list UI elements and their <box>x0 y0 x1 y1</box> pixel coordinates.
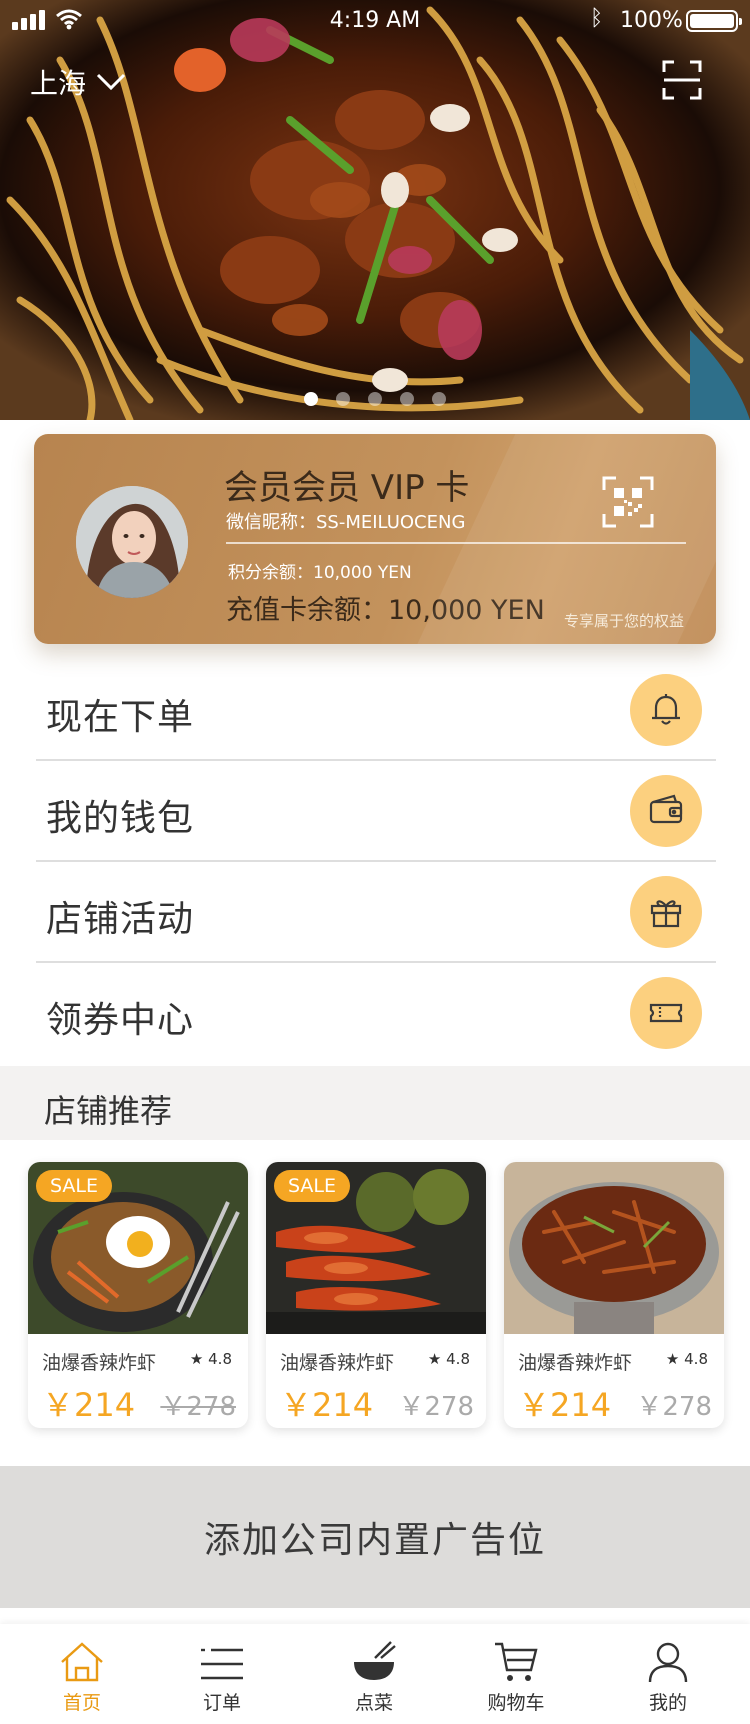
product-price: ￥214 <box>518 1386 612 1424</box>
tab-label: 点菜 <box>354 1692 393 1714</box>
pagination-dot[interactable] <box>400 392 414 406</box>
hero-banner[interactable]: 4:19 AM ᛒ 100% 上海 <box>0 0 750 420</box>
gift-icon[interactable] <box>630 876 702 948</box>
status-bar: 4:19 AM ᛒ 100% <box>0 0 750 42</box>
sale-badge: SALE <box>274 1170 351 1202</box>
product-old-price: ￥278 <box>160 1392 236 1422</box>
product-price: ￥214 <box>280 1386 374 1424</box>
battery-icon <box>686 10 742 32</box>
sale-badge: SALE <box>36 1170 113 1202</box>
product-card[interactable]: 油爆香辣炸虾 ★ 4.8 ￥214 ￥278 <box>504 1162 724 1428</box>
city-label: 上海 <box>30 67 87 100</box>
product-card[interactable]: SALE 油爆香辣炸虾 ★ 4.8 ￥214 ￥278 <box>28 1162 248 1428</box>
menu-list: 现在下单 我的钱包 店铺活动 领券中心 <box>36 660 716 1064</box>
tab-label: 订单 <box>202 1692 241 1714</box>
product-rating: ★ 4.8 <box>190 1350 232 1368</box>
banner-pagination <box>0 392 750 406</box>
star-icon: ★ <box>665 1350 680 1368</box>
product-old-price: ￥278 <box>398 1392 474 1422</box>
rating-value: 4.8 <box>208 1350 232 1368</box>
menu-item-coupon[interactable]: 领券中心 <box>36 963 716 1064</box>
bowl-icon <box>354 1641 396 1680</box>
menu-item-wallet[interactable]: 我的钱包 <box>36 761 716 862</box>
bell-icon[interactable] <box>630 674 702 746</box>
product-image <box>504 1162 724 1334</box>
product-price: ￥214 <box>42 1386 136 1424</box>
rating-value: 4.8 <box>446 1350 470 1368</box>
ad-banner[interactable]: 添加公司内置广告位 <box>0 1466 750 1608</box>
tab-label: 首页 <box>62 1692 101 1714</box>
tab-home[interactable]: 首页 <box>32 1636 132 1715</box>
tab-orders[interactable]: 订单 <box>172 1636 272 1715</box>
star-icon: ★ <box>189 1350 204 1368</box>
product-rating: ★ 4.8 <box>428 1350 470 1368</box>
product-card[interactable]: SALE 油爆香辣炸虾 ★ 4.8 ￥214 ￥278 <box>266 1162 486 1428</box>
wallet-icon[interactable] <box>630 775 702 847</box>
menu-item-label: 领券中心 <box>46 1000 195 1041</box>
tab-dishes[interactable]: 点菜 <box>324 1636 424 1715</box>
pagination-dot[interactable] <box>432 392 446 406</box>
qr-code-icon[interactable] <box>602 476 654 528</box>
city-selector[interactable]: 上海 <box>30 62 126 102</box>
menu-item-label: 我的钱包 <box>46 798 195 839</box>
vip-nickname: 微信昵称：SS-MEILUOCENG <box>226 512 466 533</box>
ad-text: 添加公司内置广告位 <box>203 1520 546 1561</box>
home-icon <box>61 1642 103 1682</box>
section-title: 店铺推荐 <box>44 1092 173 1130</box>
product-name: 油爆香辣炸虾 <box>518 1352 633 1374</box>
product-name: 油爆香辣炸虾 <box>42 1352 157 1374</box>
menu-item-label: 店铺活动 <box>46 899 195 940</box>
divider <box>226 542 686 544</box>
menu-item-activity[interactable]: 店铺活动 <box>36 862 716 963</box>
product-rating: ★ 4.8 <box>666 1350 708 1368</box>
vip-rights-link[interactable]: 专享属于您的权益 <box>564 610 684 631</box>
chevron-down-icon <box>96 73 126 91</box>
bottom-tab-bar: 首页 订单 点菜 购物车 我的 <box>0 1624 750 1724</box>
battery-percent: 100% <box>620 8 683 33</box>
user-icon <box>648 1642 688 1683</box>
tab-label: 我的 <box>648 1692 687 1714</box>
list-icon <box>201 1648 243 1680</box>
vip-card[interactable]: 会员会员 VIP 卡 微信昵称：SS-MEILUOCENG 积分余额：10,00… <box>34 434 716 644</box>
scan-icon[interactable] <box>662 60 702 100</box>
pagination-dot[interactable] <box>336 392 350 406</box>
cart-icon <box>495 1642 538 1681</box>
avatar <box>76 486 188 598</box>
bluetooth-icon: ᛒ <box>590 6 604 31</box>
vip-balance: 充值卡余额：10,000 YEN <box>226 595 545 626</box>
tab-profile[interactable]: 我的 <box>618 1636 718 1715</box>
pagination-dot[interactable] <box>368 392 382 406</box>
pagination-dot[interactable] <box>304 392 318 406</box>
rating-value: 4.8 <box>684 1350 708 1368</box>
product-name: 油爆香辣炸虾 <box>280 1352 395 1374</box>
vip-points: 积分余额：10,000 YEN <box>228 563 412 583</box>
product-old-price: ￥278 <box>636 1392 712 1422</box>
star-icon: ★ <box>427 1350 442 1368</box>
section-header: 店铺推荐 <box>0 1066 750 1140</box>
tab-cart[interactable]: 购物车 <box>466 1636 566 1715</box>
menu-item-order[interactable]: 现在下单 <box>36 660 716 761</box>
menu-item-label: 现在下单 <box>46 697 195 738</box>
ticket-icon[interactable] <box>630 977 702 1049</box>
product-list: SALE 油爆香辣炸虾 ★ 4.8 ￥214 ￥278 SALE 油爆香辣炸虾 … <box>28 1162 728 1430</box>
vip-title: 会员会员 VIP 卡 <box>224 468 470 508</box>
tab-label: 购物车 <box>487 1692 545 1714</box>
